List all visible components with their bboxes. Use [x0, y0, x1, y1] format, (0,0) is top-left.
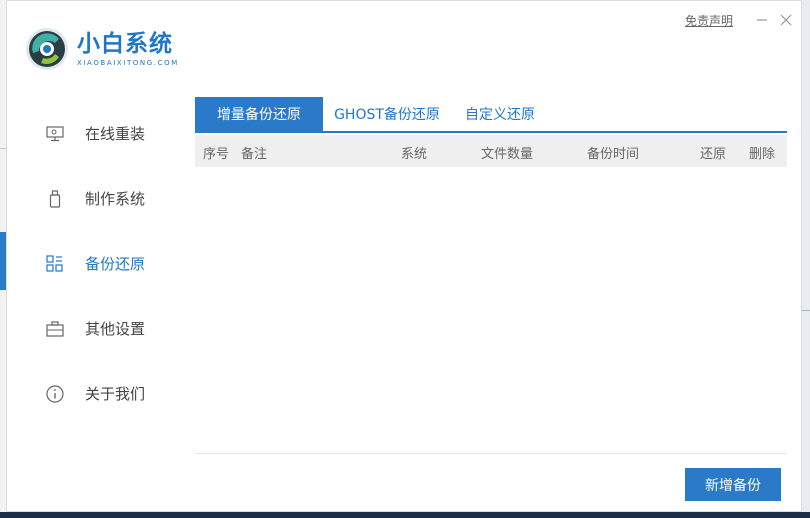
- taskbar-edge: [0, 512, 810, 518]
- window-controls: 免责声明: [685, 11, 795, 29]
- sidebar-item-online-reinstall[interactable]: 在线重装: [7, 101, 187, 166]
- desktop-background-right: [802, 0, 810, 518]
- backup-grid-icon: [45, 254, 65, 274]
- footer-divider: [195, 453, 787, 454]
- column-header-system: 系统: [401, 147, 428, 162]
- tab-ghost-backup[interactable]: GHOST备份还原: [323, 97, 451, 131]
- brand-name: 小白系统: [77, 31, 173, 57]
- close-icon: [780, 14, 792, 26]
- minimize-button[interactable]: [753, 11, 771, 29]
- tab-incremental-backup[interactable]: 增量备份还原: [195, 97, 323, 131]
- column-header-file-count: 文件数量: [481, 147, 534, 162]
- backup-restore-panel: 增量备份还原 GHOST备份还原 自定义还原 序号 备注 系统 文件数量 备份时…: [195, 97, 787, 167]
- sidebar-nav: 在线重装 制作系统 备份还原 其他设置 关于我们: [7, 101, 187, 426]
- disclaimer-link[interactable]: 免责声明: [685, 12, 733, 29]
- table-header: 序号 备注 系统 文件数量 备份时间 还原 删除: [195, 135, 787, 167]
- tab-bar: 增量备份还原 GHOST备份还原 自定义还原: [195, 97, 787, 133]
- sidebar-item-label: 制作系统: [85, 190, 146, 208]
- tab-custom-restore[interactable]: 自定义还原: [451, 97, 549, 131]
- info-icon: [45, 384, 65, 404]
- usb-drive-icon: [45, 189, 65, 209]
- column-header-index: 序号: [203, 147, 230, 162]
- sidebar-item-label: 在线重装: [85, 125, 146, 143]
- column-header-backup-time: 备份时间: [587, 147, 640, 162]
- brand-website: XIAOBAIXITONG.COM: [77, 59, 179, 67]
- add-backup-button[interactable]: 新增备份: [685, 468, 781, 501]
- app-logo: 小白系统 XIAOBAIXITONG.COM: [25, 27, 179, 71]
- sidebar-item-other-settings[interactable]: 其他设置: [7, 296, 187, 361]
- column-header-delete: 删除: [749, 147, 776, 162]
- briefcase-icon: [45, 319, 65, 339]
- logo-mark-icon: [26, 28, 68, 70]
- minimize-icon: [757, 19, 767, 21]
- app-window: 小白系统 XIAOBAIXITONG.COM 免责声明 在线重装 制作系统 备份…: [6, 0, 802, 512]
- sidebar-item-backup-restore[interactable]: 备份还原: [7, 231, 187, 296]
- column-header-restore: 还原: [700, 147, 727, 162]
- close-button[interactable]: [777, 11, 795, 29]
- sidebar-item-label: 备份还原: [85, 255, 146, 273]
- sidebar-item-about-us[interactable]: 关于我们: [7, 361, 187, 426]
- desktop-divider: [802, 310, 810, 311]
- sidebar-item-make-system[interactable]: 制作系统: [7, 166, 187, 231]
- sidebar-item-label: 其他设置: [85, 320, 146, 338]
- column-header-note: 备注: [241, 147, 268, 162]
- monitor-icon: [45, 124, 65, 144]
- sidebar-item-label: 关于我们: [85, 385, 146, 403]
